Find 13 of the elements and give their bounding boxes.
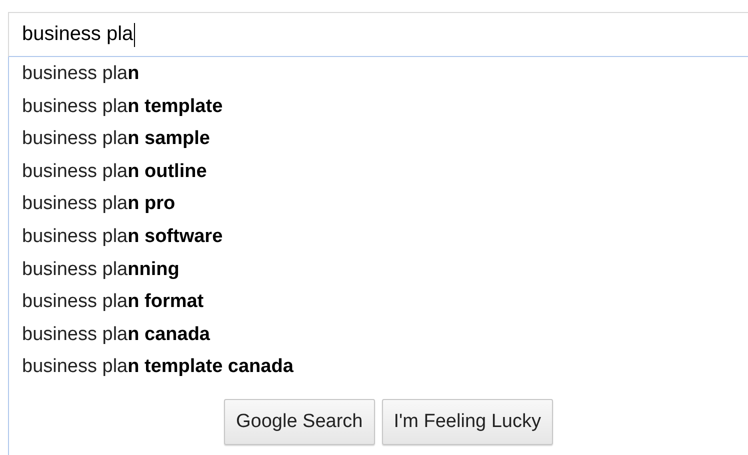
suggestion-item[interactable]: business plan sample xyxy=(9,123,210,156)
suggestion-item[interactable]: business plan template canada xyxy=(9,351,294,384)
suggestion-item[interactable]: business plan xyxy=(9,58,140,91)
suggestion-item[interactable]: business plan format xyxy=(9,286,204,319)
suggestion-item[interactable]: business planning xyxy=(9,254,180,286)
search-field[interactable]: business pla xyxy=(8,12,748,57)
search-button[interactable]: I'm Feeling Lucky xyxy=(382,398,553,445)
suggestion-item[interactable]: business plan canada xyxy=(9,318,210,352)
suggestion-item[interactable]: business plan template xyxy=(9,90,223,124)
suggestion-item[interactable]: business plan outline xyxy=(9,156,207,188)
search-button[interactable]: Google Search xyxy=(224,398,375,445)
suggestion-item[interactable]: business plan pro xyxy=(9,188,176,221)
suggestion-item[interactable]: business plan software xyxy=(9,220,223,254)
